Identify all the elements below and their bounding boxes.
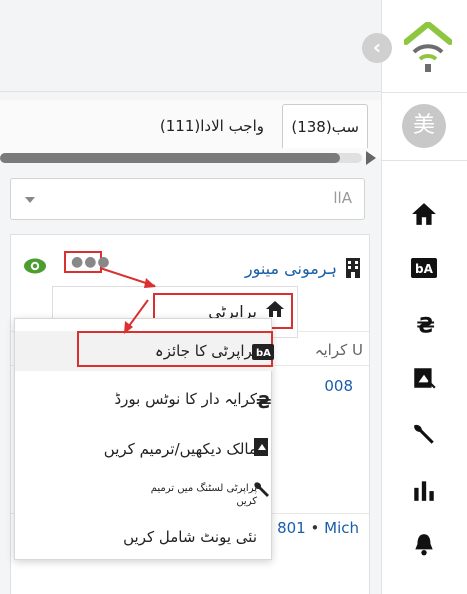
svg-text:₴: ₴ <box>256 392 271 412</box>
menu-item-view-edit-owner[interactable]: مالک دیکھیں/ترمیم کریں <box>15 429 273 469</box>
svg-text:bA: bA <box>256 348 271 359</box>
header-band <box>0 0 382 92</box>
filter-value: llA <box>333 189 352 207</box>
home-icon[interactable] <box>410 200 438 228</box>
menu-item-add-new-unit[interactable]: نئی یونٹ شامل کریں <box>15 519 273 555</box>
eye-icon[interactable] <box>23 257 47 279</box>
more-dots-icon: ●●● <box>71 254 111 270</box>
tab-bar: سب(138) واجب الادا(111) <box>0 100 382 158</box>
menu-item-label: نئی یونٹ شامل کریں <box>123 528 257 546</box>
highlight-box <box>77 331 273 367</box>
wifi-home-logo-icon[interactable] <box>403 21 453 74</box>
rent-column-header: کرایہ U <box>314 341 363 359</box>
menu-item-label: کرایہ دار کا نوٹس بورڈ <box>114 390 258 408</box>
svg-text:bA: bA <box>415 262 434 276</box>
currency-icon[interactable]: ₴ <box>410 310 438 338</box>
ba-icon: bA <box>252 344 274 366</box>
menu-item-edit-property-listing[interactable]: پراپرٹی لسٹنگ میں ترمیم کریں <box>15 475 273 515</box>
chevron-down-icon <box>25 197 35 203</box>
collapse-sidebar-button[interactable]: ‹ <box>362 33 392 63</box>
document-icon <box>252 436 274 458</box>
wrench-icon[interactable] <box>410 420 438 448</box>
more-options-button[interactable]: ●●● <box>64 251 110 273</box>
property-dropdown-menu: پراپرٹی کا جائزہ کرایہ دار کا نوٹس بورڈ … <box>14 318 273 560</box>
menu-item-label: پراپرٹی لسٹنگ میں ترمیم کریں <box>150 483 257 507</box>
sidebar-divider <box>382 92 467 93</box>
bell-icon[interactable] <box>410 530 438 558</box>
menu-item-tenant-notice-board[interactable]: کرایہ دار کا نوٹس بورڈ <box>15 379 273 419</box>
horizontal-scrollbar[interactable] <box>0 153 362 163</box>
tab-due[interactable]: واجب الادا(111) <box>152 104 272 148</box>
unit-row-tenant: Mich <box>324 519 359 537</box>
currency-icon: ₴ <box>252 390 274 413</box>
property-filter-select[interactable]: llA <box>10 178 365 220</box>
menu-item-label: مالک دیکھیں/ترمیم کریں <box>103 440 257 458</box>
property-name[interactable]: ہرمونی مینور <box>245 259 337 278</box>
tab-all[interactable]: سب(138) <box>282 104 368 148</box>
svg-text:₴: ₴ <box>416 314 435 337</box>
unit-row-separator: • <box>310 519 320 537</box>
scroll-right-arrow-icon[interactable] <box>366 151 376 165</box>
unit-row[interactable]: 801 • Mich <box>277 519 359 537</box>
ba-icon[interactable]: bA <box>410 254 438 282</box>
scrollbar-thumb[interactable] <box>0 153 340 163</box>
document-icon[interactable] <box>410 364 438 392</box>
right-sidebar: ‹ 美 bA ₴ <box>362 0 467 594</box>
building-icon <box>345 257 361 283</box>
chart-icon[interactable] <box>410 476 438 504</box>
unit-number[interactable]: 008 <box>324 377 353 395</box>
wrench-icon <box>252 480 274 502</box>
app-page: سب(138) واجب الادا(111) llA ●●● ہرمونی م… <box>0 0 467 594</box>
unit-row-number: 801 <box>277 519 306 537</box>
sidebar-divider <box>382 160 467 161</box>
avatar[interactable]: 美 <box>402 104 446 148</box>
